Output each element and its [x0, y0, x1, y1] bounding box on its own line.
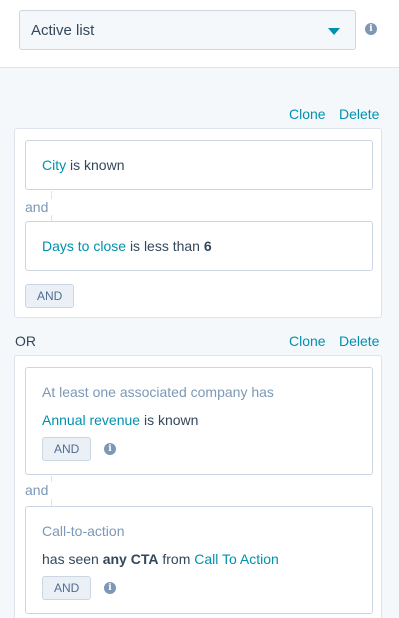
filter-card-city[interactable]: City is known: [25, 140, 373, 190]
list-type-header: Active list i: [0, 0, 399, 68]
filter-heading: Call-to-action: [42, 523, 125, 539]
add-and-filter-button[interactable]: AND: [42, 437, 92, 461]
filter-operator: is known: [143, 412, 199, 428]
filter-text: City is known: [42, 157, 124, 173]
filter-group-2: At least one associated company has Annu…: [14, 355, 382, 618]
filter-heading: At least one associated company has: [42, 384, 274, 400]
filter-text: Annual revenue is known: [42, 412, 198, 428]
or-separator: OR: [15, 333, 36, 349]
and-connector: and: [25, 199, 49, 215]
add-and-filter-button[interactable]: AND: [42, 576, 92, 600]
info-icon[interactable]: i: [104, 443, 116, 455]
info-icon[interactable]: i: [365, 23, 377, 35]
filter-value: 6: [203, 238, 212, 254]
filter-text: has seen any CTA from Call To Action: [42, 551, 279, 567]
and-connector: and: [25, 482, 49, 498]
filter-text: Days to close is less than 6: [42, 238, 212, 254]
group2-clone-link[interactable]: Clone: [289, 333, 326, 349]
connector-line: [51, 191, 52, 199]
property-link-days-to-close[interactable]: Days to close: [42, 238, 126, 254]
filter-operator: is less than: [129, 238, 200, 254]
list-type-value: Active list: [31, 22, 95, 39]
connector-line: [51, 476, 52, 482]
info-icon[interactable]: i: [104, 582, 116, 594]
property-link-annual-revenue[interactable]: Annual revenue: [42, 412, 140, 428]
filter-middle: from: [162, 551, 191, 567]
group2-delete-link[interactable]: Delete: [339, 333, 379, 349]
filter-qualifier: any CTA: [102, 551, 159, 567]
group1-clone-link[interactable]: Clone: [289, 106, 326, 122]
list-type-dropdown[interactable]: Active list: [19, 10, 356, 50]
cta-link[interactable]: Call To Action: [194, 551, 279, 567]
filter-operator: is known: [70, 157, 125, 173]
connector-line: [51, 499, 52, 506]
filter-card-associated-company[interactable]: At least one associated company has Annu…: [25, 367, 373, 475]
property-link-city[interactable]: City: [42, 157, 66, 173]
filter-group-1: City is known and Days to close is less …: [14, 128, 382, 318]
caret-down-icon: [328, 28, 340, 35]
filter-card-call-to-action[interactable]: Call-to-action has seen any CTA from Cal…: [25, 506, 373, 614]
filter-prefix: has seen: [42, 551, 99, 567]
filter-card-days-to-close[interactable]: Days to close is less than 6: [25, 221, 373, 271]
add-and-filter-button[interactable]: AND: [25, 284, 75, 308]
group1-delete-link[interactable]: Delete: [339, 106, 379, 122]
